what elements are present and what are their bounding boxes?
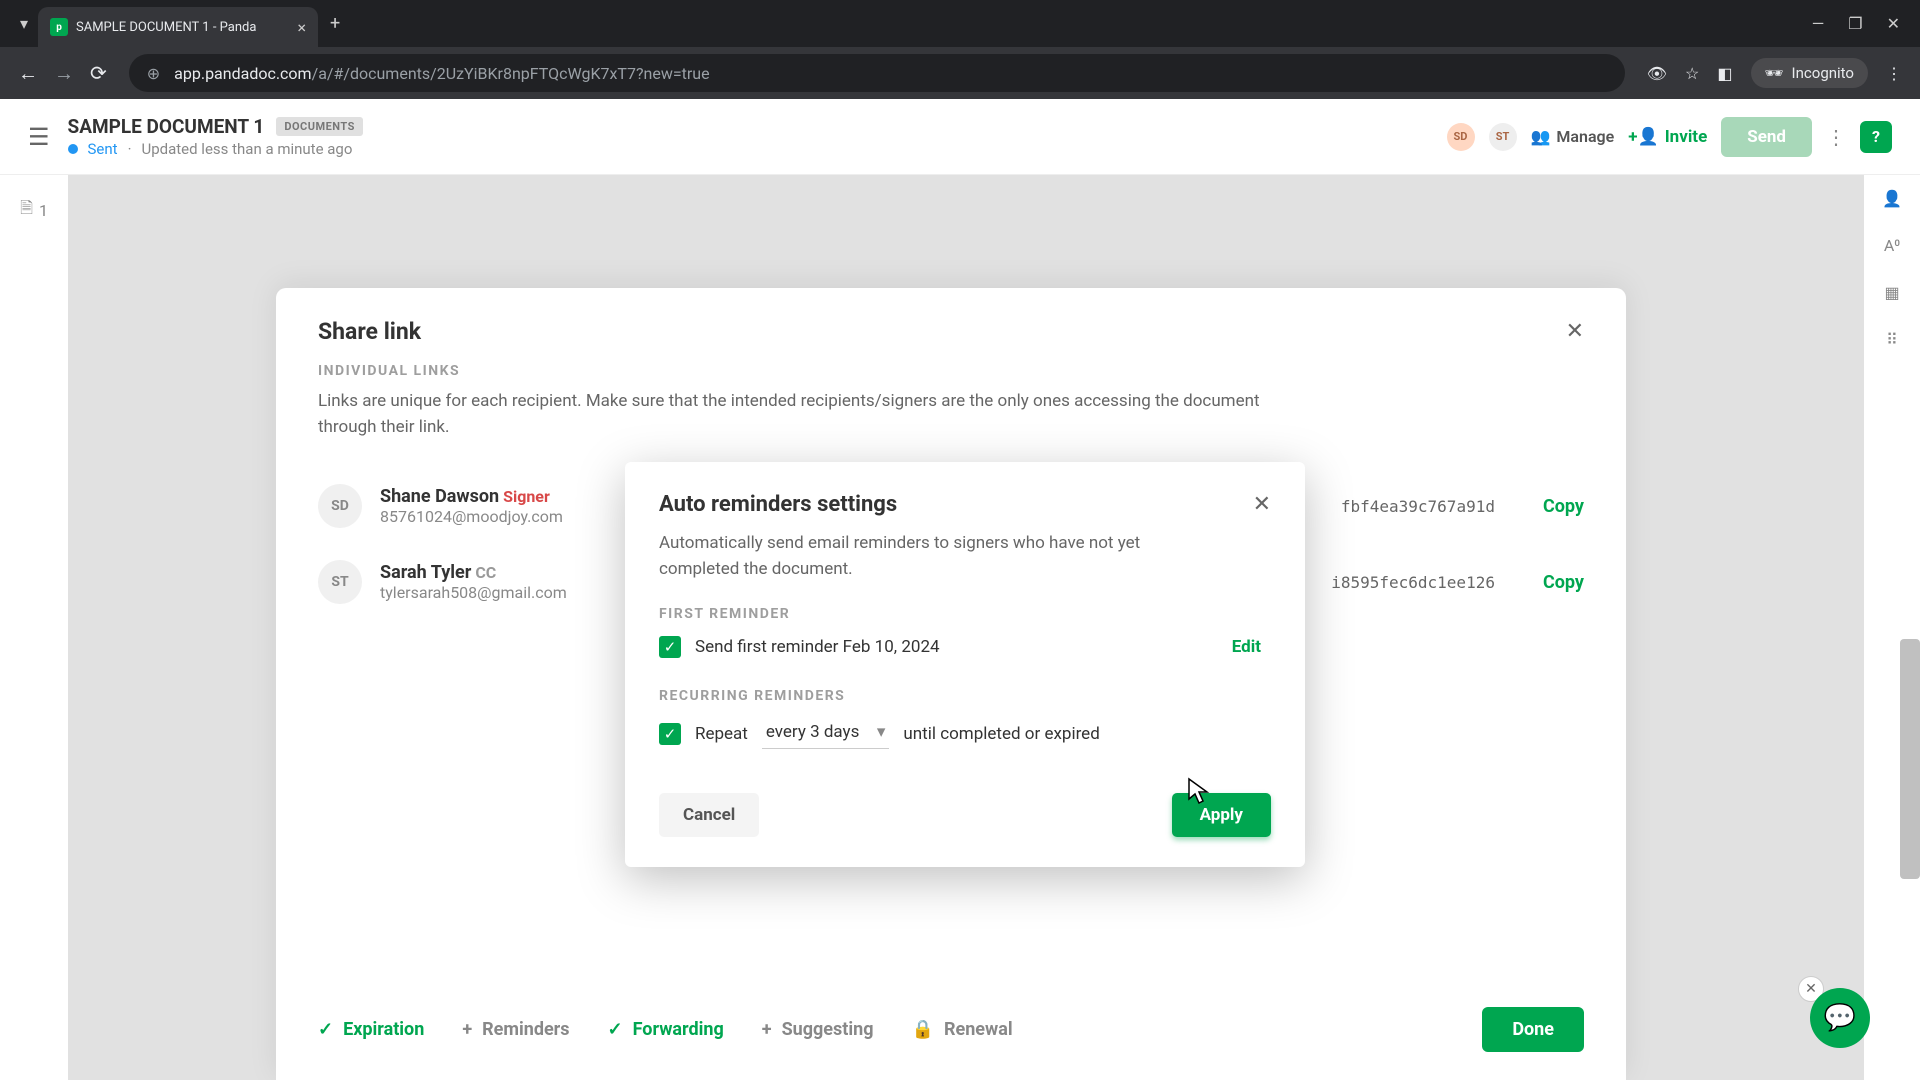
- recipient-role: CC: [475, 563, 496, 582]
- share-footer: ✓Expiration +Reminders ✓Forwarding +Sugg…: [318, 1007, 1584, 1052]
- incognito-label: Incognito: [1792, 64, 1854, 82]
- recurring-checkbox[interactable]: ✓: [659, 723, 681, 745]
- link-fragment: fbf4ea39c767a91d: [1315, 497, 1495, 516]
- renewal-toggle[interactable]: 🔒Renewal: [912, 1019, 1013, 1040]
- app-header: ☰ SAMPLE DOCUMENT 1 DOCUMENTS Sent · Upd…: [0, 99, 1920, 175]
- forwarding-toggle[interactable]: ✓Forwarding: [608, 1019, 724, 1040]
- url-path: /a/#/documents/2UzYiBKr8npFTQcWgK7xT7?ne…: [312, 64, 710, 83]
- reminders-toggle[interactable]: +Reminders: [462, 1019, 569, 1040]
- person-icon[interactable]: 👤: [1882, 189, 1902, 208]
- link-fragment: i8595fec6dc1ee126: [1315, 573, 1495, 592]
- forward-button: →: [54, 61, 74, 86]
- first-reminder-text: Send first reminder Feb 10, 2024: [695, 637, 940, 657]
- side-panel-icon[interactable]: ◧: [1717, 64, 1732, 83]
- maximize-icon[interactable]: ❐: [1848, 14, 1862, 33]
- recipient-role: Signer: [503, 487, 550, 506]
- manage-label: Manage: [1556, 127, 1614, 146]
- recipient-name: Sarah Tyler: [380, 562, 471, 583]
- favicon-icon: p: [50, 18, 68, 36]
- document-icon: 🗎: [20, 197, 33, 224]
- window-controls: — ❐ ✕: [1812, 14, 1910, 33]
- copy-button[interactable]: Copy: [1543, 496, 1584, 517]
- repeat-label: Repeat: [695, 724, 748, 744]
- right-rail: 👤 A⁰ ▦ ⠿: [1864, 175, 1920, 1080]
- doc-title: SAMPLE DOCUMENT 1: [68, 115, 265, 138]
- copy-button[interactable]: Copy: [1543, 572, 1584, 593]
- close-icon[interactable]: ✕: [1253, 492, 1271, 517]
- close-icon[interactable]: ✕: [1566, 319, 1584, 344]
- auto-reminders-modal: Auto reminders settings ✕ Automatically …: [625, 462, 1305, 867]
- people-icon: 👥: [1531, 127, 1551, 146]
- manage-button[interactable]: 👥 Manage: [1531, 127, 1615, 146]
- recipient-name: Shane Dawson: [380, 486, 499, 507]
- chat-fab-button[interactable]: 💬: [1810, 988, 1870, 1048]
- cancel-button[interactable]: Cancel: [659, 793, 759, 837]
- minimize-icon[interactable]: —: [1812, 14, 1825, 33]
- browser-menu-icon[interactable]: ⋮: [1886, 64, 1902, 83]
- share-panel-title: Share link: [318, 318, 421, 345]
- incognito-icon: 🕶: [1765, 64, 1784, 82]
- repeat-frequency-dropdown[interactable]: every 3 days: [762, 718, 890, 749]
- recurring-reminders-label: RECURRING REMINDERS: [659, 688, 1271, 704]
- site-info-icon[interactable]: ⊕: [147, 64, 160, 83]
- avatar[interactable]: ST: [1489, 123, 1517, 151]
- edit-button[interactable]: Edit: [1232, 637, 1261, 657]
- hamburger-menu-icon[interactable]: ☰: [28, 123, 50, 151]
- left-rail: 🗎 1: [0, 175, 68, 1080]
- apply-button[interactable]: Apply: [1172, 793, 1271, 837]
- done-button[interactable]: Done: [1482, 1007, 1584, 1052]
- tab-title: SAMPLE DOCUMENT 1 - Panda: [76, 20, 289, 35]
- share-section-label: INDIVIDUAL LINKS: [318, 363, 1584, 379]
- tab-search-dropdown[interactable]: ▾: [10, 10, 38, 38]
- address-bar[interactable]: ⊕ app.pandadoc.com/a/#/documents/2UzYiBK…: [129, 54, 1625, 92]
- modal-description: Automatically send email reminders to si…: [659, 531, 1149, 582]
- avatar: ST: [318, 560, 362, 604]
- more-menu-icon[interactable]: ⋮: [1826, 125, 1846, 149]
- help-button[interactable]: ?: [1860, 121, 1892, 153]
- visibility-off-icon[interactable]: 👁: [1647, 64, 1667, 83]
- modal-title: Auto reminders settings: [659, 492, 897, 517]
- doc-type-badge: DOCUMENTS: [276, 117, 363, 136]
- lock-icon: 🔒: [912, 1019, 934, 1040]
- close-icon[interactable]: ×: [297, 18, 306, 37]
- plus-icon: +: [462, 1019, 472, 1040]
- app-viewport: ☰ SAMPLE DOCUMENT 1 DOCUMENTS Sent · Upd…: [0, 99, 1920, 1080]
- repeat-suffix: until completed or expired: [903, 724, 1099, 744]
- send-button: Send: [1721, 117, 1812, 157]
- doc-status-meta: Updated less than a minute ago: [142, 140, 353, 158]
- status-dot-icon: [68, 144, 78, 154]
- check-icon: ✓: [318, 1019, 333, 1040]
- share-description: Links are unique for each recipient. Mak…: [318, 389, 1268, 440]
- close-window-icon[interactable]: ✕: [1887, 14, 1900, 33]
- plus-icon: +: [762, 1019, 772, 1040]
- new-tab-button[interactable]: +: [330, 13, 340, 34]
- reload-button[interactable]: ⟳: [90, 61, 107, 85]
- browser-toolbar: ← → ⟳ ⊕ app.pandadoc.com/a/#/documents/2…: [0, 47, 1920, 99]
- invite-button[interactable]: +👤 Invite: [1628, 127, 1707, 147]
- browser-tab-strip: ▾ p SAMPLE DOCUMENT 1 - Panda × + — ❐ ✕: [0, 0, 1920, 47]
- variables-icon[interactable]: A⁰: [1884, 236, 1900, 255]
- doc-count: 1: [39, 201, 48, 220]
- browser-tab[interactable]: p SAMPLE DOCUMENT 1 - Panda ×: [38, 7, 318, 47]
- check-icon: ✓: [608, 1019, 623, 1040]
- table-icon[interactable]: ▦: [1884, 283, 1899, 302]
- doc-status: Sent: [88, 140, 118, 158]
- apps-icon[interactable]: ⠿: [1886, 330, 1898, 349]
- doc-info: SAMPLE DOCUMENT 1 DOCUMENTS Sent · Updat…: [68, 115, 1429, 158]
- expiration-toggle[interactable]: ✓Expiration: [318, 1019, 424, 1040]
- first-reminder-checkbox[interactable]: ✓: [659, 636, 681, 658]
- scrollbar-thumb[interactable]: [1900, 639, 1920, 879]
- avatar[interactable]: SD: [1447, 123, 1475, 151]
- first-reminder-label: FIRST REMINDER: [659, 606, 1271, 622]
- add-user-icon: +👤: [1628, 127, 1658, 147]
- incognito-badge[interactable]: 🕶 Incognito: [1751, 58, 1869, 88]
- documents-rail-item[interactable]: 🗎 1: [12, 189, 56, 232]
- bookmark-icon[interactable]: ☆: [1685, 64, 1699, 83]
- back-button[interactable]: ←: [18, 61, 38, 86]
- url-domain: app.pandadoc.com: [174, 64, 311, 83]
- suggesting-toggle[interactable]: +Suggesting: [762, 1019, 874, 1040]
- avatar: SD: [318, 484, 362, 528]
- invite-label: Invite: [1665, 127, 1708, 147]
